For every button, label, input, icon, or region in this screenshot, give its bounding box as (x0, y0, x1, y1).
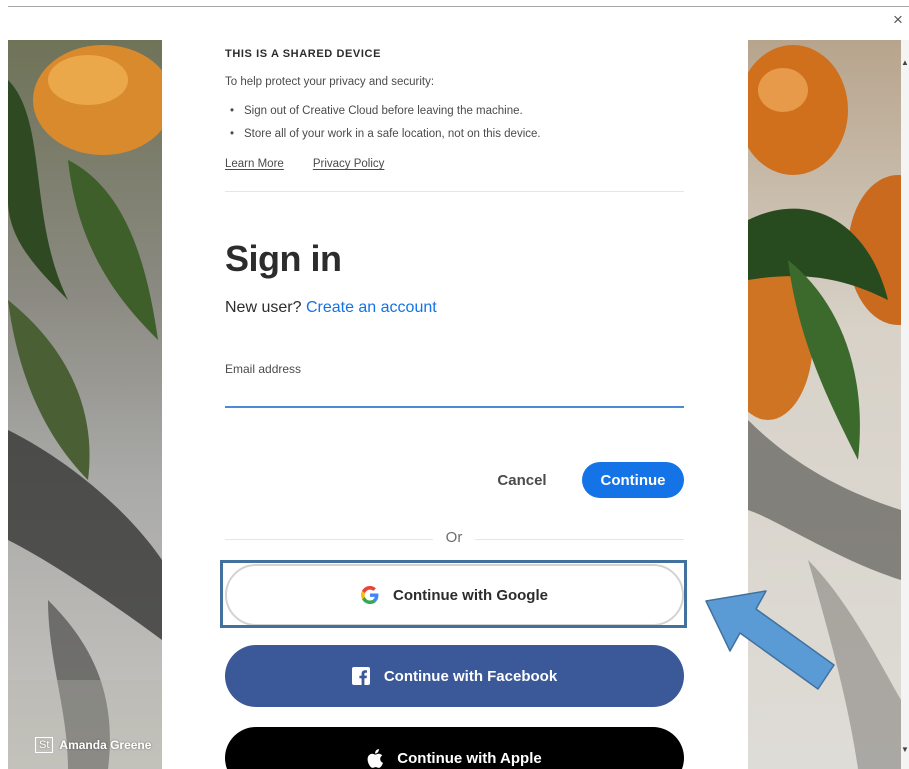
new-user-row: New user? Create an account (225, 299, 437, 317)
sign-in-window: × St Amanda Greene ▲ ▼ THIS IS A SHARED … (0, 0, 909, 769)
close-icon[interactable]: × (890, 11, 906, 28)
cancel-button[interactable]: Cancel (487, 462, 557, 498)
bullet-item: Sign out of Creative Cloud before leavin… (225, 100, 541, 123)
page-title: Sign in (225, 238, 342, 279)
new-user-prompt: New user? (225, 299, 302, 316)
email-field[interactable] (225, 380, 684, 408)
photo-author: Amanda Greene (59, 738, 152, 752)
stock-logo: St (35, 737, 54, 753)
privacy-policy-link[interactable]: Privacy Policy (313, 158, 385, 170)
learn-more-link[interactable]: Learn More (225, 158, 284, 170)
email-label: Email address (225, 362, 302, 376)
or-separator: Or (225, 529, 684, 549)
section-divider (225, 191, 684, 192)
or-line-left (225, 539, 433, 540)
window-top-border (8, 6, 909, 7)
apple-logo-icon (367, 748, 384, 768)
apple-button-label: Continue with Apple (397, 749, 542, 767)
scroll-up-icon[interactable]: ▲ (901, 58, 909, 68)
bullet-item: Store all of your work in a safe locatio… (225, 123, 541, 146)
scrollbar[interactable]: ▲ ▼ (901, 40, 909, 769)
create-account-link[interactable]: Create an account (306, 299, 437, 316)
sign-in-panel: THIS IS A SHARED DEVICE To help protect … (162, 40, 748, 769)
continue-button[interactable]: Continue (582, 462, 684, 498)
or-label: Or (445, 529, 463, 546)
facebook-f-icon (351, 667, 370, 685)
background-photo-left (8, 40, 162, 769)
photo-credit: St Amanda Greene (35, 737, 151, 753)
shared-device-subtitle: To help protect your privacy and securit… (225, 76, 435, 88)
scroll-down-icon[interactable]: ▼ (901, 745, 909, 755)
shared-device-bullets: Sign out of Creative Cloud before leavin… (225, 100, 541, 146)
continue-with-google-button[interactable]: Continue with Google (225, 564, 684, 626)
google-g-icon (361, 586, 379, 604)
shared-device-title: THIS IS A SHARED DEVICE (225, 48, 382, 60)
or-line-right (475, 539, 684, 540)
continue-with-apple-button[interactable]: Continue with Apple (225, 727, 684, 769)
notice-links: Learn More Privacy Policy (225, 158, 384, 170)
facebook-button-label: Continue with Facebook (383, 667, 558, 685)
google-button-label: Continue with Google (393, 586, 548, 604)
continue-with-facebook-button[interactable]: Continue with Facebook (225, 645, 684, 707)
pointer-arrow-icon (705, 590, 835, 690)
